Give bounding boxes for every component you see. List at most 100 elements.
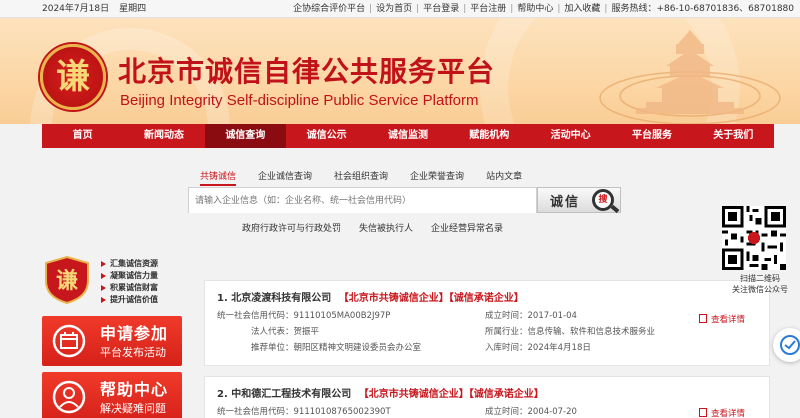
result-index: 1. bbox=[217, 293, 228, 304]
company-name-link[interactable]: 北京凌渡科技有限公司 bbox=[231, 293, 331, 304]
date-text: 2024年7月18日 bbox=[42, 4, 110, 14]
separator: | bbox=[369, 4, 373, 14]
separator: | bbox=[604, 4, 608, 14]
apply-join-button[interactable]: 申请参加 平台发布活动 bbox=[42, 316, 182, 366]
link-help[interactable]: 帮助中心 bbox=[517, 4, 553, 14]
industry-row: 所属行业：信息传输、软件和信息技术服务业 bbox=[485, 325, 655, 337]
accessibility-float-button[interactable] bbox=[773, 328, 800, 362]
representative-value: 贺振平 bbox=[293, 327, 320, 337]
representative-label: 法人代表： bbox=[251, 327, 294, 337]
main-nav: 首页 新闻动态 诚信查询 诚信公示 诚信监测 赋能机构 活动中心 平台服务 关于… bbox=[42, 124, 774, 148]
document-icon bbox=[698, 408, 707, 417]
tab-site-articles[interactable]: 站内文章 bbox=[486, 169, 522, 182]
site-title-en: Beijing Integrity Self-discipline Public… bbox=[120, 92, 479, 109]
badge-co-build: 【北京市共铸诚信企业】 bbox=[338, 293, 449, 304]
search-input[interactable] bbox=[189, 189, 536, 213]
link-admin-penalty[interactable]: 政府行政许可与行政处罚 bbox=[242, 224, 341, 234]
nav-platform-service[interactable]: 平台服务 bbox=[611, 124, 692, 148]
tab-honor-query[interactable]: 企业荣誉查询 bbox=[410, 169, 464, 182]
tab-enterprise-query[interactable]: 企业诚信查询 bbox=[258, 169, 312, 182]
top-bar: 2024年7月18日 星期四 企协综合评价平台 | 设为首页 | 平台登录 | 平台注册 | 帮助… bbox=[0, 0, 800, 18]
badge-promise: 【诚信承诺企业】 bbox=[448, 293, 524, 304]
help-center-title: 帮助中心 bbox=[100, 380, 169, 399]
help-center-button[interactable]: 帮助中心 解决疑难问题 bbox=[42, 372, 182, 418]
temple-of-heaven-icon bbox=[599, 30, 781, 124]
separator: | bbox=[557, 4, 561, 14]
apply-join-title: 申请参加 bbox=[100, 324, 169, 343]
top-links: 企协综合评价平台 | 设为首页 | 平台登录 | 平台注册 | 帮助中心 | 加入收藏 | 服务热线：+… bbox=[293, 0, 794, 18]
founded-label: 成立时间： bbox=[485, 311, 528, 321]
industry-label: 所属行业： bbox=[485, 327, 528, 337]
result-title: 1. 北京凌渡科技有限公司 【北京市共铸诚信企业】【诚信承诺企业】 bbox=[217, 289, 524, 304]
nav-about[interactable]: 关于我们 bbox=[693, 124, 774, 148]
search-badge: 搜 bbox=[598, 195, 608, 205]
tab-social-org-query[interactable]: 社会组织查询 bbox=[334, 169, 388, 182]
link-set-homepage[interactable]: 设为首页 bbox=[376, 4, 412, 14]
founded-row: 成立时间：2004-07-20 bbox=[485, 405, 577, 417]
link-dishonest-executed[interactable]: 失信被执行人 bbox=[359, 224, 413, 234]
tab-co-build-integrity[interactable]: 共铸诚信 bbox=[200, 169, 237, 186]
result-title: 2. 中和德汇工程技术有限公司 【北京市共铸诚信企业】【诚信承诺企业】 bbox=[217, 385, 544, 400]
result-index: 2. bbox=[217, 389, 228, 400]
date-display: 2024年7月18日 星期四 bbox=[42, 0, 156, 18]
founded-label: 成立时间： bbox=[485, 407, 528, 417]
header-banner: 谦 北京市诚信自律公共服务平台 Beijing Integrity Self-d… bbox=[0, 18, 800, 124]
representative-row: 法人代表：贺振平 bbox=[251, 325, 319, 337]
site-title-cn: 北京市诚信自律公共服务平台 bbox=[118, 55, 496, 88]
help-center-subtitle: 解决疑难问题 bbox=[100, 402, 166, 415]
view-details-link[interactable]: 查看详情 bbox=[698, 313, 745, 325]
link-login[interactable]: 平台登录 bbox=[423, 4, 459, 14]
list-item: 提升诚信价值 bbox=[100, 294, 158, 306]
credit-code-row: 统一社会信用代码：91110105MA00B2J97P bbox=[217, 309, 390, 321]
nav-integrity-monitor[interactable]: 诚信监测 bbox=[367, 124, 448, 148]
nav-integrity-query[interactable]: 诚信查询 bbox=[204, 124, 286, 148]
link-evaluation-platform[interactable]: 企协综合评价平台 bbox=[293, 4, 365, 14]
search-box bbox=[188, 187, 537, 213]
nav-institutions[interactable]: 赋能机构 bbox=[449, 124, 530, 148]
result-card: 1. 北京凌渡科技有限公司 【北京市共铸诚信企业】【诚信承诺企业】 统一社会信用… bbox=[204, 280, 770, 366]
founded-value: 2004-07-20 bbox=[527, 407, 577, 417]
shield-logo-glyph: 谦 bbox=[56, 268, 78, 294]
industry-value: 信息传输、软件和信息技术服务业 bbox=[527, 327, 656, 337]
site-logo[interactable]: 谦 bbox=[40, 44, 106, 110]
separator: | bbox=[510, 4, 514, 14]
logo-glyph: 谦 bbox=[56, 57, 90, 97]
separator: | bbox=[463, 4, 467, 14]
nav-activity-center[interactable]: 活动中心 bbox=[530, 124, 611, 148]
search-sub-links: 政府行政许可与行政处罚 失信被执行人 企业经营异常名录 bbox=[242, 221, 521, 234]
badge-promise: 【诚信承诺企业】 bbox=[468, 389, 544, 400]
company-name-link[interactable]: 中和德汇工程技术有限公司 bbox=[231, 389, 351, 400]
magnifier-handle bbox=[610, 204, 620, 214]
hotline-text: 服务热线：+86-10-68701836、68701880 bbox=[611, 4, 794, 14]
credit-code-row: 统一社会信用代码：91110108765002390T bbox=[217, 405, 391, 417]
search-button[interactable]: 诚信 搜 bbox=[537, 187, 621, 214]
search-tabs: 共铸诚信 企业诚信查询 社会组织查询 企业荣誉查询 站内文章 bbox=[200, 169, 544, 186]
recommender-value: 朝阳区精神文明建设委员会办公室 bbox=[293, 343, 422, 353]
recommender-label: 推荐单位： bbox=[251, 343, 294, 353]
joined-label: 入库时间： bbox=[485, 343, 528, 353]
weekday-text: 星期四 bbox=[119, 4, 147, 14]
view-details-link[interactable]: 查看详情 bbox=[698, 407, 745, 418]
nav-news[interactable]: 新闻动态 bbox=[123, 124, 204, 148]
badge-co-build: 【北京市共铸诚信企业】 bbox=[358, 389, 469, 400]
view-details-label: 查看详情 bbox=[710, 315, 745, 325]
qr-code-icon bbox=[722, 206, 786, 270]
founded-row: 成立时间：2017-01-04 bbox=[485, 309, 577, 321]
recommender-row: 推荐单位：朝阳区精神文明建设委员会办公室 bbox=[251, 341, 421, 353]
search-button-label: 诚信 bbox=[550, 195, 581, 210]
credit-code-value: 91110105MA00B2J97P bbox=[293, 311, 391, 321]
list-item: 凝聚诚信力量 bbox=[100, 270, 158, 282]
founded-value: 2017-01-04 bbox=[527, 311, 577, 321]
nav-integrity-publicity[interactable]: 诚信公示 bbox=[286, 124, 367, 148]
calendar-icon bbox=[52, 324, 86, 358]
apply-join-subtitle: 平台发布活动 bbox=[100, 346, 166, 359]
link-favorite[interactable]: 加入收藏 bbox=[564, 4, 600, 14]
nav-home[interactable]: 首页 bbox=[42, 124, 123, 148]
list-item: 积累诚信财富 bbox=[100, 282, 158, 294]
user-icon bbox=[52, 380, 86, 414]
link-register[interactable]: 平台注册 bbox=[470, 4, 506, 14]
qr-caption-line1: 扫描二维码 bbox=[740, 274, 780, 283]
link-abnormal-operation[interactable]: 企业经营异常名录 bbox=[431, 224, 503, 234]
qr-caption-line2: 关注微信公众号 bbox=[732, 285, 788, 294]
joined-value: 2024年4月18日 bbox=[527, 343, 591, 353]
